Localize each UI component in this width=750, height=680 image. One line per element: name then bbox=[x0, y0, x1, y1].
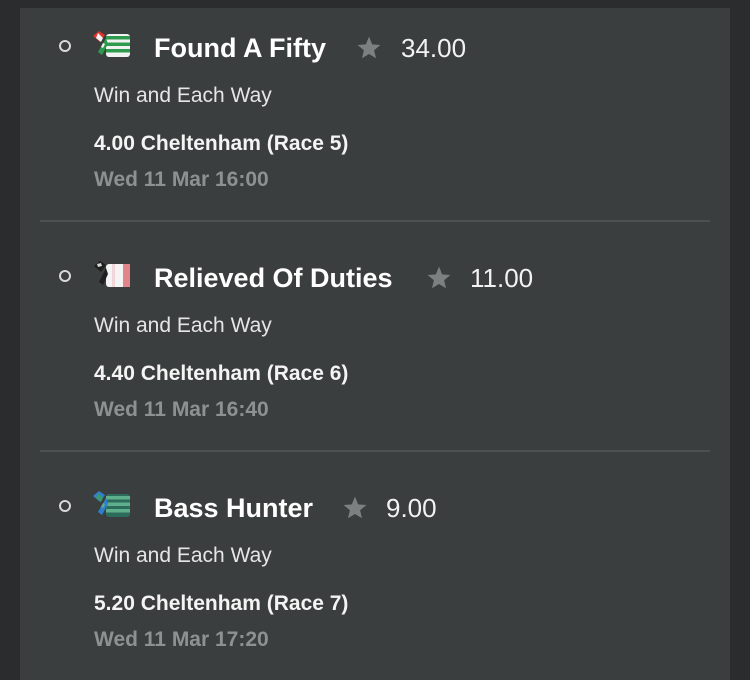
race-datetime: Wed 11 Mar 17:20 bbox=[94, 628, 269, 651]
horse-name: Bass Hunter bbox=[154, 493, 314, 523]
silks-green-white-hoops-icon bbox=[93, 31, 130, 57]
radio-button[interactable] bbox=[59, 40, 71, 52]
star-icon[interactable] bbox=[426, 265, 452, 291]
star-icon[interactable] bbox=[342, 495, 368, 521]
race-datetime: Wed 11 Mar 16:00 bbox=[94, 168, 269, 191]
silks-blue-green-hoops-icon bbox=[93, 491, 130, 517]
horse-name: Relieved Of Duties bbox=[154, 263, 393, 293]
race-datetime: Wed 11 Mar 16:40 bbox=[94, 398, 269, 421]
race-name: 4.40 Cheltenham (Race 6) bbox=[94, 362, 349, 385]
radio-button[interactable] bbox=[59, 500, 71, 512]
divider bbox=[40, 220, 710, 222]
race-name: 4.00 Cheltenham (Race 5) bbox=[94, 132, 349, 155]
star-icon[interactable] bbox=[356, 35, 382, 61]
divider bbox=[40, 450, 710, 452]
silks-white-red-halves-icon bbox=[94, 261, 130, 287]
race-name: 5.20 Cheltenham (Race 7) bbox=[94, 592, 349, 615]
bet-type: Win and Each Way bbox=[94, 544, 272, 567]
bet-type: Win and Each Way bbox=[94, 314, 272, 337]
bet-type: Win and Each Way bbox=[94, 84, 272, 107]
horse-name: Found A Fifty bbox=[154, 33, 326, 63]
odds-value[interactable]: 34.00 bbox=[401, 28, 466, 68]
odds-value[interactable]: 9.00 bbox=[386, 488, 437, 528]
odds-value[interactable]: 11.00 bbox=[470, 258, 533, 298]
bet-slip-page: Found A Fifty 34.00 Win and Each Way 4.0… bbox=[0, 0, 750, 680]
selections-panel: Found A Fifty 34.00 Win and Each Way 4.0… bbox=[20, 8, 730, 680]
radio-button[interactable] bbox=[59, 270, 71, 282]
